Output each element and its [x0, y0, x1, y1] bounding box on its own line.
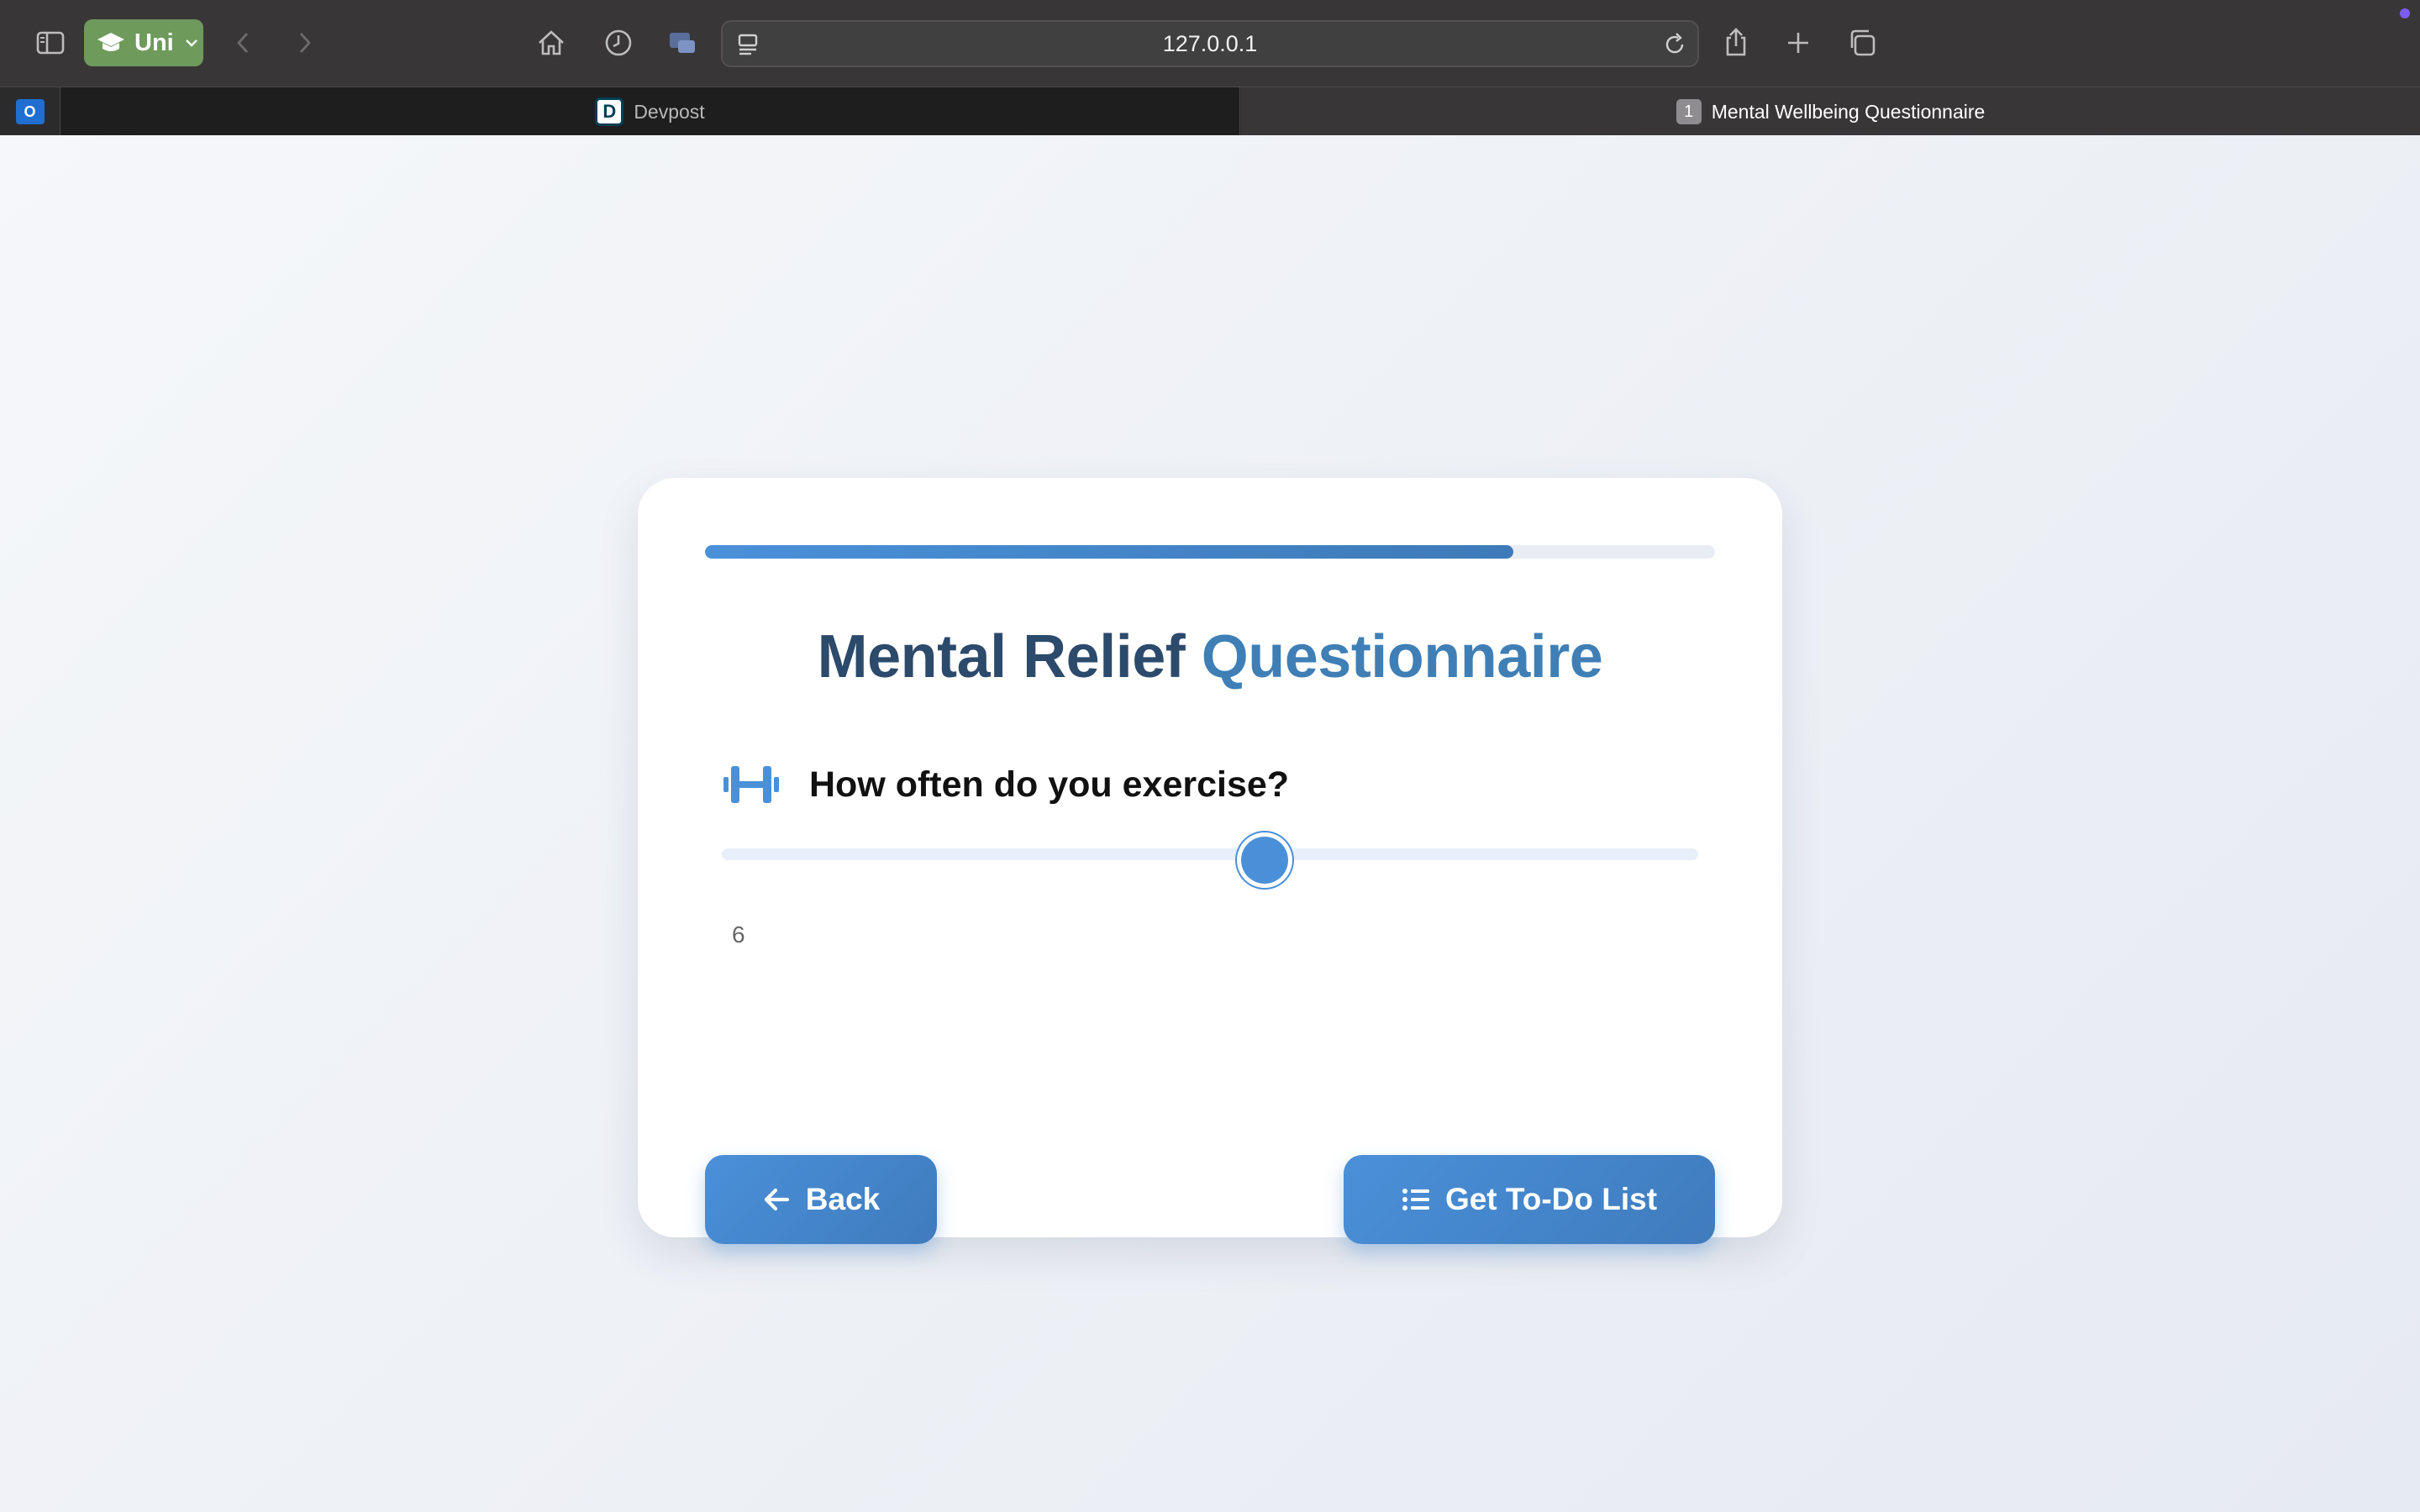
- chevron-right-icon: [299, 33, 311, 53]
- share-icon: [1726, 28, 1746, 56]
- page-content: Mental Relief Questionnaire How often do…: [0, 135, 2420, 1512]
- sidebar-toggle-button[interactable]: [27, 19, 74, 66]
- tab-mental-wellbeing[interactable]: 1 Mental Wellbeing Questionnaire: [1241, 87, 2420, 136]
- question-row: How often do you exercise?: [722, 755, 1289, 814]
- back-nav-button[interactable]: [220, 19, 267, 66]
- browser-toolbar: Uni 127.0.0.1: [0, 0, 2420, 87]
- back-button-label: Back: [805, 1182, 881, 1216]
- chevron-down-icon: [185, 39, 197, 47]
- exercise-frequency-slider[interactable]: [722, 837, 1698, 886]
- tab-label: Mental Wellbeing Questionnaire: [1711, 100, 1986, 123]
- history-button[interactable]: [595, 19, 642, 66]
- page-title: Mental Relief Questionnaire: [817, 623, 1603, 690]
- back-button[interactable]: Back: [705, 1155, 937, 1244]
- home-icon: [539, 30, 564, 55]
- graduation-cap-icon: [97, 33, 124, 51]
- url-text: 127.0.0.1: [1162, 30, 1258, 56]
- clock-icon: [605, 29, 632, 56]
- forward-nav-button[interactable]: [281, 19, 328, 66]
- get-todo-list-label: Get To-Do List: [1444, 1182, 1658, 1216]
- share-button[interactable]: [1712, 19, 1760, 66]
- slider-value: 6: [732, 921, 745, 948]
- new-tab-button[interactable]: [1775, 19, 1822, 66]
- slider-thumb[interactable]: [1240, 837, 1288, 884]
- picture-in-picture-button[interactable]: [659, 19, 706, 66]
- pip-icon: [670, 33, 695, 53]
- home-button[interactable]: [528, 19, 575, 66]
- get-todo-list-button[interactable]: Get To-Do List: [1344, 1155, 1715, 1244]
- address-bar[interactable]: 127.0.0.1: [721, 20, 1699, 67]
- tab-overview-button[interactable]: [1839, 19, 1886, 66]
- questionnaire-card: Mental Relief Questionnaire How often do…: [638, 478, 1782, 1244]
- progress-fill: [705, 545, 1513, 559]
- reader-icon: [738, 34, 758, 55]
- reload-icon[interactable]: [1660, 30, 1689, 59]
- plus-icon: [1788, 33, 1808, 53]
- tab-devpost[interactable]: D Devpost: [60, 87, 1240, 136]
- profile-label: Uni: [134, 29, 174, 56]
- tab-favicon-icon: 1: [1676, 99, 1702, 124]
- pinned-tab-outlook[interactable]: O: [0, 87, 60, 136]
- tabs-overview-icon: [1850, 29, 1876, 56]
- list-icon: [1402, 1189, 1429, 1210]
- profile-switcher-button[interactable]: Uni: [84, 19, 203, 66]
- chevron-left-icon: [237, 33, 249, 53]
- slider-track[interactable]: [722, 848, 1698, 860]
- devpost-favicon-icon: D: [595, 97, 624, 126]
- outlook-icon: O: [15, 99, 45, 124]
- notification-dot: [2400, 8, 2410, 18]
- progress-bar: [705, 545, 1715, 559]
- arrow-left-icon: [764, 1188, 789, 1211]
- tab-strip: O D Devpost 1 Mental Wellbeing Questionn…: [0, 87, 2420, 136]
- question-text: How often do you exercise?: [809, 764, 1290, 805]
- sidebar-icon: [36, 31, 65, 55]
- tab-label: Devpost: [634, 100, 705, 123]
- dumbbell-icon: [723, 766, 779, 803]
